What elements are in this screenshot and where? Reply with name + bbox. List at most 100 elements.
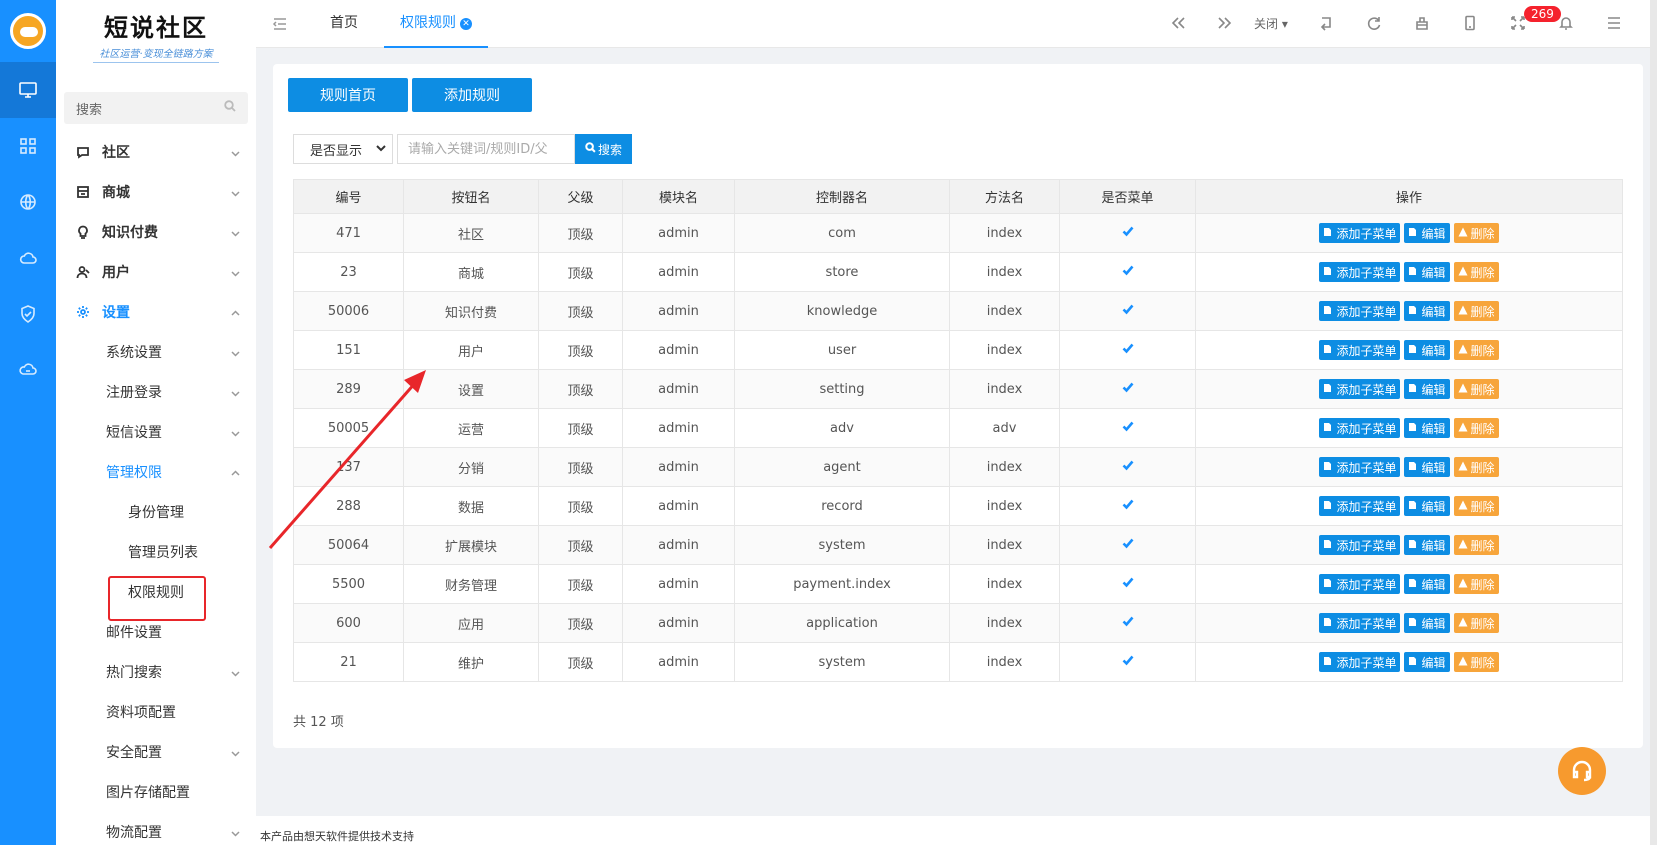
sidebar-subitem-security[interactable]: 安全配置: [56, 732, 256, 772]
add-child-menu-button[interactable]: 添加子菜单: [1319, 301, 1401, 321]
delete-button[interactable]: 删除: [1453, 340, 1499, 360]
app-logo[interactable]: [0, 0, 56, 62]
check-icon: [1122, 499, 1134, 514]
add-child-menu-button[interactable]: 添加子菜单: [1319, 652, 1401, 672]
table-cell: admin: [622, 369, 735, 409]
sidebar-subitem-register-login[interactable]: 注册登录: [56, 372, 256, 412]
customer-service-button[interactable]: [1558, 747, 1606, 795]
delete-button[interactable]: 删除: [1453, 613, 1499, 633]
add-child-label: 添加子菜单: [1336, 343, 1397, 358]
sidebar-subitem-admin-list[interactable]: 管理员列表: [56, 532, 256, 572]
edit-button[interactable]: 编辑: [1404, 301, 1450, 321]
delete-label: 删除: [1470, 538, 1495, 553]
icon-rail: [0, 0, 56, 845]
sidebar-subitem-email-settings[interactable]: 邮件设置: [56, 612, 256, 652]
desktop-icon[interactable]: [0, 62, 56, 118]
add-child-menu-button[interactable]: 添加子菜单: [1319, 535, 1401, 555]
back-icon[interactable]: [1318, 15, 1336, 33]
edit-button[interactable]: 编辑: [1404, 535, 1450, 555]
refresh-icon[interactable]: [1366, 15, 1384, 33]
add-child-menu-button[interactable]: 添加子菜单: [1319, 418, 1401, 438]
add-rule-button[interactable]: 添加规则: [412, 78, 532, 112]
edit-button[interactable]: 编辑: [1404, 496, 1450, 516]
add-child-menu-button[interactable]: 添加子菜单: [1319, 613, 1401, 633]
column-header: 编号: [293, 179, 404, 214]
sidebar-item-settings[interactable]: 设置: [56, 292, 256, 332]
delete-button[interactable]: 删除: [1453, 262, 1499, 282]
edit-button[interactable]: 编辑: [1404, 652, 1450, 672]
tab-permission-rules[interactable]: 权限规则 ✕: [384, 0, 488, 48]
table-cell: index: [949, 603, 1060, 643]
add-child-label: 添加子菜单: [1336, 655, 1397, 670]
close-menu-dropdown[interactable]: 关闭 ▾: [1254, 15, 1288, 32]
document-icon: [1323, 343, 1336, 357]
table-row: 151 用户 顶级 admin user index 添加子菜单 编辑 删除: [293, 330, 1623, 370]
add-child-menu-button[interactable]: 添加子菜单: [1319, 262, 1401, 282]
edit-button[interactable]: 编辑: [1404, 379, 1450, 399]
clear-cache-icon[interactable]: [1414, 15, 1432, 33]
document-icon: [1408, 538, 1421, 552]
delete-button[interactable]: 删除: [1453, 301, 1499, 321]
bell-icon[interactable]: [1558, 15, 1576, 33]
sidebar-subitem-profile-fields[interactable]: 资料项配置: [56, 692, 256, 732]
shield-icon[interactable]: [0, 286, 56, 342]
cloud-icon[interactable]: [0, 230, 56, 286]
edit-button[interactable]: 编辑: [1404, 574, 1450, 594]
delete-button[interactable]: 删除: [1453, 418, 1499, 438]
sidebar-item-knowledge[interactable]: 知识付费: [56, 212, 256, 252]
sidebar-subitem-permissions[interactable]: 管理权限: [56, 452, 256, 492]
apps-grid-icon[interactable]: [0, 118, 56, 174]
sidebar-subitem-sms-settings[interactable]: 短信设置: [56, 412, 256, 452]
sidebar-subitem-system-settings[interactable]: 系统设置: [56, 332, 256, 372]
table-cell: admin: [622, 603, 735, 643]
cloud-service-icon[interactable]: [0, 342, 56, 398]
edit-button[interactable]: 编辑: [1404, 613, 1450, 633]
table-cell: 50006: [293, 291, 404, 331]
more-menu-icon[interactable]: [1606, 15, 1624, 33]
menu-search[interactable]: 搜索: [64, 92, 248, 124]
delete-button[interactable]: 删除: [1453, 379, 1499, 399]
add-child-menu-button[interactable]: 添加子菜单: [1319, 457, 1401, 477]
sidebar-item-community[interactable]: 社区: [56, 132, 256, 172]
add-child-menu-button[interactable]: 添加子菜单: [1319, 574, 1401, 594]
mobile-icon[interactable]: [1462, 15, 1480, 33]
sidebar-subitem-image-storage[interactable]: 图片存储配置: [56, 772, 256, 812]
sidebar-subitem-label: 权限规则: [128, 585, 184, 601]
edit-button[interactable]: 编辑: [1404, 340, 1450, 360]
page-scrollbar[interactable]: [1650, 0, 1657, 845]
delete-button[interactable]: 删除: [1453, 574, 1499, 594]
actions-cell: 添加子菜单 编辑 删除: [1195, 486, 1623, 526]
sidebar-subitem-logistics[interactable]: 物流配置: [56, 812, 256, 845]
close-tab-icon[interactable]: ✕: [460, 18, 472, 30]
rules-home-button[interactable]: 规则首页: [288, 78, 408, 112]
keyword-input[interactable]: [397, 134, 575, 164]
edit-button[interactable]: 编辑: [1404, 262, 1450, 282]
menu-fold-icon[interactable]: [272, 16, 288, 36]
table-cell: 23: [293, 252, 404, 292]
display-filter-select[interactable]: 是否显示: [293, 134, 393, 164]
sidebar-subitem-hot-search[interactable]: 热门搜索: [56, 652, 256, 692]
add-child-label: 添加子菜单: [1336, 382, 1397, 397]
add-child-menu-button[interactable]: 添加子菜单: [1319, 340, 1401, 360]
delete-button[interactable]: 删除: [1453, 496, 1499, 516]
table-cell: 21: [293, 642, 404, 682]
edit-button[interactable]: 编辑: [1404, 457, 1450, 477]
add-child-menu-button[interactable]: 添加子菜单: [1319, 379, 1401, 399]
tab-home[interactable]: 首页: [314, 0, 374, 48]
sidebar-subitem-roles[interactable]: 身份管理: [56, 492, 256, 532]
add-child-menu-button[interactable]: 添加子菜单: [1319, 496, 1401, 516]
search-button[interactable]: 搜索: [575, 134, 632, 164]
scroll-right-icon[interactable]: [1217, 15, 1235, 33]
sidebar-item-users[interactable]: 用户: [56, 252, 256, 292]
add-child-menu-button[interactable]: 添加子菜单: [1319, 223, 1401, 243]
edit-button[interactable]: 编辑: [1404, 418, 1450, 438]
scroll-left-icon[interactable]: [1170, 15, 1188, 33]
sidebar-item-store[interactable]: 商城: [56, 172, 256, 212]
delete-button[interactable]: 删除: [1453, 535, 1499, 555]
edit-button[interactable]: 编辑: [1404, 223, 1450, 243]
globe-icon[interactable]: [0, 174, 56, 230]
delete-button[interactable]: 删除: [1453, 223, 1499, 243]
delete-button[interactable]: 删除: [1453, 652, 1499, 672]
delete-button[interactable]: 删除: [1453, 457, 1499, 477]
sidebar-subitem-permission-rules[interactable]: 权限规则: [56, 572, 256, 612]
